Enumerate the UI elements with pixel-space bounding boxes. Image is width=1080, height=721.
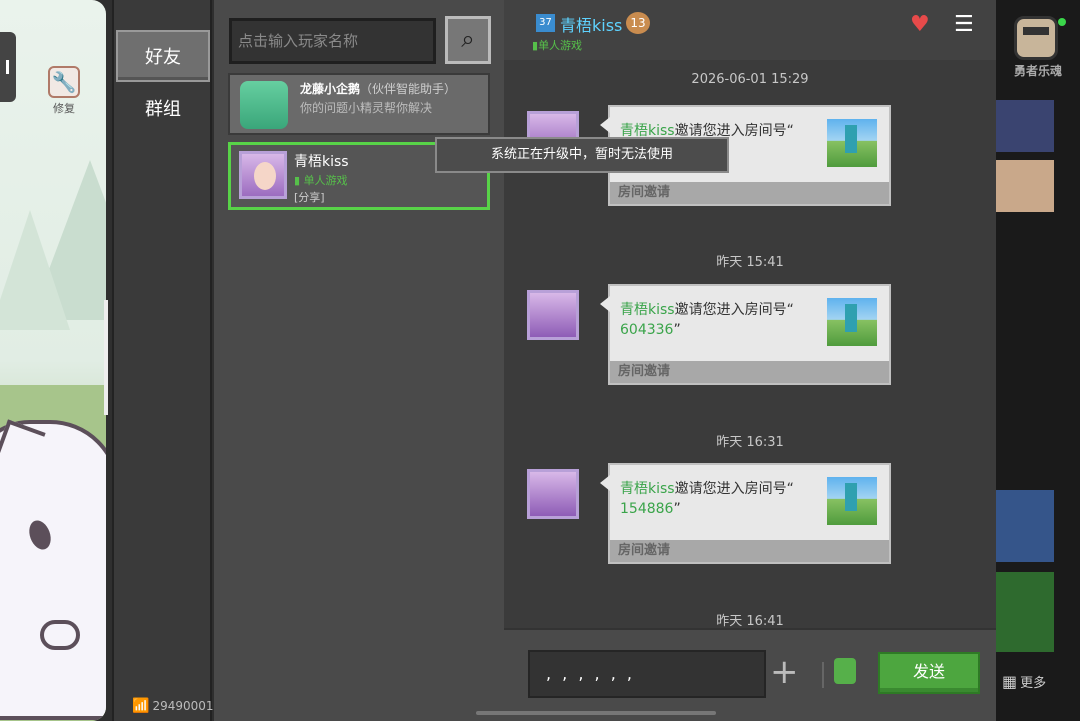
invite-footer: 房间邀请: [610, 182, 889, 204]
panel-divider-handle[interactable]: [104, 300, 108, 415]
cat-paw-illustration: [40, 620, 80, 650]
game-name-label: 勇者乐魂: [1013, 64, 1062, 78]
send-button[interactable]: 发送: [878, 652, 980, 694]
invite-footer: 房间邀请: [610, 540, 889, 562]
more-button[interactable]: ▦ 更多: [1002, 672, 1046, 691]
game-thumbnail[interactable]: [996, 572, 1054, 652]
repair-button[interactable]: 🔧 修复: [46, 66, 82, 116]
chat-panel: 37 青梧kiss 13 ▮单人游戏 ● ● ● ♥ ☰ 2026-06-01 …: [504, 0, 996, 721]
assistant-avatar: [240, 81, 288, 129]
friend-name: 龙藤小企鹅（伙伴智能助手）: [300, 82, 457, 96]
search-icon: ⌕: [461, 25, 475, 53]
favorite-heart-icon[interactable]: ♥: [910, 12, 930, 37]
game-mascot-icon[interactable]: [1014, 16, 1058, 60]
friend-tag: （伙伴智能助手）: [360, 82, 457, 96]
message-timestamp: 昨天 15:41: [716, 255, 784, 270]
system-toast: 系统正在升级中，暂时无法使用: [435, 137, 729, 173]
game-thumbnail: [827, 298, 877, 346]
wifi-icon: 📶: [132, 698, 150, 714]
message-timestamp: 2026-06-01 15:29: [691, 72, 809, 87]
chat-title: 青梧kiss: [560, 16, 623, 35]
home-indicator: [476, 711, 716, 715]
rank-badge: 13: [626, 12, 650, 34]
menu-icon[interactable]: ☰: [954, 14, 974, 36]
search-button[interactable]: ⌕: [445, 16, 491, 64]
tab-friends[interactable]: 好友: [116, 30, 210, 82]
game-thumbnail[interactable]: [996, 160, 1054, 212]
search-input[interactable]: 点击输入玩家名称: [229, 18, 436, 64]
game-thumbnail: [827, 119, 877, 167]
add-attachment-icon[interactable]: +: [770, 652, 799, 692]
invite-text: 青梧kiss邀请您进入房间号“ 154886”: [620, 481, 794, 517]
chat-status: ▮单人游戏: [532, 39, 583, 52]
side-drawer-handle[interactable]: [0, 32, 16, 102]
friend-description: 你的问题小精灵帮你解决: [300, 101, 433, 115]
chat-input-bar: , , , , , , + 发送: [504, 628, 996, 721]
friend-item-assistant[interactable]: 龙藤小企鹅（伙伴智能助手） 你的问题小精灵帮你解决: [228, 73, 490, 135]
level-badge: 37: [536, 14, 555, 32]
tree-illustration-small: [0, 210, 70, 330]
avatar[interactable]: [527, 469, 579, 519]
room-invite-card[interactable]: 青梧kiss邀请您进入房间号“ 604336” 房间邀请: [600, 284, 891, 385]
puzzle-icon[interactable]: [834, 658, 856, 684]
tab-groups[interactable]: 群组: [116, 84, 210, 136]
game-thumbnail[interactable]: [996, 490, 1054, 562]
chat-header: 37 青梧kiss 13 ▮单人游戏 ● ● ● ♥ ☰: [504, 0, 996, 60]
message-timestamp: 昨天 16:31: [716, 435, 784, 450]
invite-footer: 房间邀请: [610, 361, 889, 383]
avatar: [239, 151, 287, 199]
status-dot: [1058, 18, 1066, 26]
game-thumbnail: [827, 477, 877, 525]
room-invite-card[interactable]: 青梧kiss邀请您进入房间号“ 154886” 房间邀请: [600, 463, 891, 564]
app-root: 🔧 修复 好友 群组 📶 2949000158 点击输入玩家名称 ⌕ 龙藤小企鹅（…: [0, 0, 1080, 721]
message-input[interactable]: , , , , , ,: [528, 650, 766, 698]
friend-status: ▮ 单人游戏: [294, 174, 348, 187]
friend-last-message: [分享]: [294, 191, 325, 204]
game-thumbnail[interactable]: [996, 100, 1054, 152]
friends-list-panel: 点击输入玩家名称 ⌕ 龙藤小企鹅（伙伴智能助手） 你的问题小精灵帮你解决 青梧k…: [214, 0, 504, 721]
background-game-art: 🔧 修复: [0, 0, 106, 721]
grid-icon: ▦: [1002, 672, 1018, 691]
repair-label: 修复: [53, 102, 75, 115]
avatar[interactable]: [527, 290, 579, 340]
wrench-icon: 🔧: [48, 66, 80, 98]
invite-text: 青梧kiss邀请您进入房间号“ 604336”: [620, 302, 794, 338]
message-timestamp: 昨天 16:41: [716, 614, 784, 628]
tabs-column: 好友 群组 📶 2949000158: [112, 0, 229, 721]
divider: [822, 662, 824, 688]
friend-name: 青梧kiss: [294, 154, 349, 170]
background-right-strip: 勇者乐魂 ▦ 更多: [996, 0, 1080, 721]
